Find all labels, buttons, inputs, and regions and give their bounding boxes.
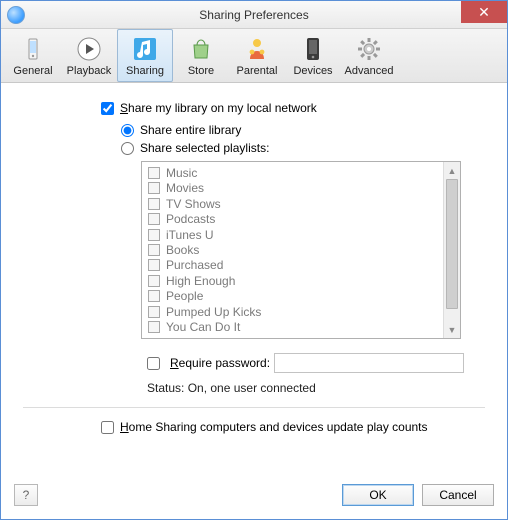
playlist-name: Purchased bbox=[166, 258, 223, 272]
share-entire-radio[interactable] bbox=[121, 124, 134, 137]
dialog-footer: ? OK Cancel bbox=[0, 474, 508, 520]
tab-label: Sharing bbox=[126, 65, 164, 77]
scrollbar[interactable]: ▲ ▼ bbox=[443, 162, 460, 338]
help-icon: ? bbox=[23, 488, 30, 502]
device-icon bbox=[299, 35, 327, 63]
share-entire-label: Share entire library bbox=[140, 123, 241, 137]
share-selected-row[interactable]: Share selected playlists: bbox=[121, 141, 485, 155]
people-icon bbox=[243, 35, 271, 63]
gear-icon bbox=[355, 35, 383, 63]
home-sharing-label: Home Sharing computers and devices updat… bbox=[120, 420, 428, 434]
tab-store[interactable]: Store bbox=[173, 29, 229, 82]
help-button[interactable]: ? bbox=[14, 484, 38, 506]
playlist-checkbox[interactable] bbox=[148, 275, 160, 287]
scroll-track[interactable] bbox=[444, 309, 460, 321]
share-entire-row[interactable]: Share entire library bbox=[121, 123, 485, 137]
list-item[interactable]: Music bbox=[148, 165, 460, 180]
playlist-name: High Enough bbox=[166, 274, 235, 288]
list-item[interactable]: Books bbox=[148, 242, 460, 257]
tab-advanced[interactable]: Advanced bbox=[341, 29, 397, 82]
close-icon: ✕ bbox=[478, 5, 490, 19]
tab-devices[interactable]: Devices bbox=[285, 29, 341, 82]
playlist-listbox[interactable]: MusicMovies TV ShowsPodcasts iTunes UBooks… bbox=[141, 161, 461, 339]
play-icon bbox=[75, 35, 103, 63]
separator bbox=[23, 407, 485, 408]
scroll-thumb[interactable] bbox=[446, 179, 458, 309]
playlist-name: Movies bbox=[166, 181, 204, 195]
playlist-name: Books bbox=[166, 243, 199, 257]
require-password-label: Require password: bbox=[170, 356, 270, 370]
tab-sharing[interactable]: Sharing bbox=[117, 29, 173, 82]
tab-label: Advanced bbox=[345, 65, 394, 77]
app-icon bbox=[7, 6, 25, 24]
playlist-checkbox[interactable] bbox=[148, 198, 160, 210]
tab-label: General bbox=[13, 65, 52, 77]
window-title: Sharing Preferences bbox=[1, 8, 507, 22]
scroll-up-arrow-icon[interactable]: ▲ bbox=[444, 162, 460, 179]
close-button[interactable]: ✕ bbox=[461, 1, 507, 23]
list-item[interactable]: Pumped Up Kicks bbox=[148, 304, 460, 319]
playlist-checkbox[interactable] bbox=[148, 306, 160, 318]
playlist-name: You Can Do It bbox=[166, 320, 240, 334]
list-item[interactable]: People bbox=[148, 289, 460, 304]
require-password-checkbox[interactable] bbox=[147, 357, 160, 370]
bag-icon bbox=[187, 35, 215, 63]
tab-label: Playback bbox=[67, 65, 112, 77]
playlist-checkbox[interactable] bbox=[148, 213, 160, 225]
playlist-checkbox[interactable] bbox=[148, 321, 160, 333]
list-item[interactable]: You Can Do It bbox=[148, 320, 460, 335]
status-text: Status: On, one user connected bbox=[147, 381, 485, 395]
list-item[interactable]: Purchased bbox=[148, 258, 460, 273]
phone-icon bbox=[19, 35, 47, 63]
list-item[interactable]: TV Shows bbox=[148, 196, 460, 211]
tab-parental[interactable]: Parental bbox=[229, 29, 285, 82]
scroll-down-arrow-icon[interactable]: ▼ bbox=[444, 321, 460, 338]
playlist-checkbox[interactable] bbox=[148, 182, 160, 194]
playlist-checkbox[interactable] bbox=[148, 244, 160, 256]
playlist-checkbox[interactable] bbox=[148, 259, 160, 271]
playlist-name: iTunes U bbox=[166, 228, 214, 242]
playlist-name: People bbox=[166, 289, 203, 303]
playlist-checkbox[interactable] bbox=[148, 229, 160, 241]
tab-label: Devices bbox=[293, 65, 332, 77]
titlebar: Sharing Preferences ✕ bbox=[1, 1, 507, 29]
share-library-checkbox[interactable] bbox=[101, 102, 114, 115]
tab-label: Parental bbox=[237, 65, 278, 77]
playlist-name: Pumped Up Kicks bbox=[166, 305, 261, 319]
share-selected-radio[interactable] bbox=[121, 142, 134, 155]
preferences-tabs: General Playback Sharing Store Parental … bbox=[1, 29, 507, 83]
password-input[interactable] bbox=[274, 353, 464, 373]
playlist-checkbox[interactable] bbox=[148, 290, 160, 302]
playlist-name: Podcasts bbox=[166, 212, 215, 226]
cancel-button[interactable]: Cancel bbox=[422, 484, 494, 506]
require-password-row: Require password: bbox=[147, 353, 485, 373]
share-library-label: Share my library on my local network bbox=[120, 101, 317, 115]
tab-playback[interactable]: Playback bbox=[61, 29, 117, 82]
music-note-icon bbox=[131, 35, 159, 63]
home-sharing-checkbox[interactable] bbox=[101, 421, 114, 434]
list-item[interactable]: High Enough bbox=[148, 273, 460, 288]
share-selected-label: Share selected playlists: bbox=[140, 141, 269, 155]
tab-general[interactable]: General bbox=[5, 29, 61, 82]
share-library-row[interactable]: Share my library on my local network bbox=[101, 101, 485, 115]
playlist-name: TV Shows bbox=[166, 197, 221, 211]
playlist-checkbox[interactable] bbox=[148, 167, 160, 179]
list-item[interactable]: Movies bbox=[148, 180, 460, 195]
tab-label: Store bbox=[188, 65, 214, 77]
home-sharing-row[interactable]: Home Sharing computers and devices updat… bbox=[101, 420, 485, 434]
content-area: Share my library on my local network Sha… bbox=[1, 83, 507, 444]
playlist-name: Music bbox=[166, 166, 197, 180]
list-item[interactable]: iTunes U bbox=[148, 227, 460, 242]
list-item[interactable]: Podcasts bbox=[148, 211, 460, 226]
ok-button[interactable]: OK bbox=[342, 484, 414, 506]
